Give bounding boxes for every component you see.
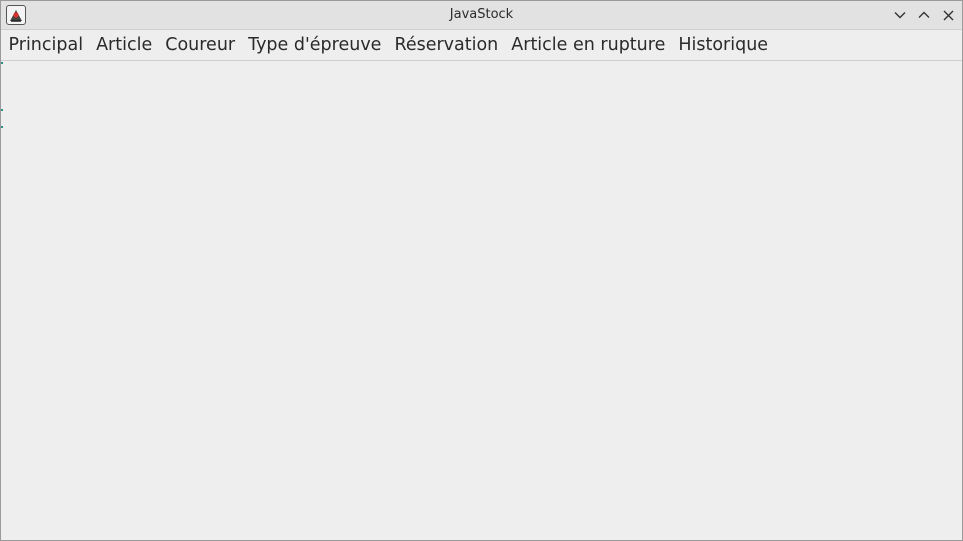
menu-reservation[interactable]: Réservation (388, 31, 505, 59)
edge-marker (1, 109, 3, 111)
app-window: JavaStock Principal Article Coureur Type… (0, 0, 963, 541)
menu-type-epreuve[interactable]: Type d'épreuve (242, 31, 388, 59)
edge-marker (1, 126, 3, 128)
menu-bar: Principal Article Coureur Type d'épreuve… (1, 30, 962, 61)
menu-coureur[interactable]: Coureur (159, 31, 242, 59)
chevron-up-icon (918, 11, 930, 19)
maximize-button[interactable] (915, 6, 933, 24)
menu-historique[interactable]: Historique (672, 31, 775, 59)
window-title: JavaStock (449, 7, 514, 22)
main-content-panel (1, 62, 962, 540)
menu-article[interactable]: Article (90, 31, 159, 59)
close-icon (943, 10, 954, 21)
close-button[interactable] (939, 6, 957, 24)
minimize-button[interactable] (891, 6, 909, 24)
menu-principal[interactable]: Principal (2, 31, 90, 59)
chevron-down-icon (894, 11, 906, 19)
title-bar[interactable]: JavaStock (1, 1, 962, 30)
menu-article-en-rupture[interactable]: Article en rupture (505, 31, 672, 59)
edge-marker (1, 62, 3, 64)
